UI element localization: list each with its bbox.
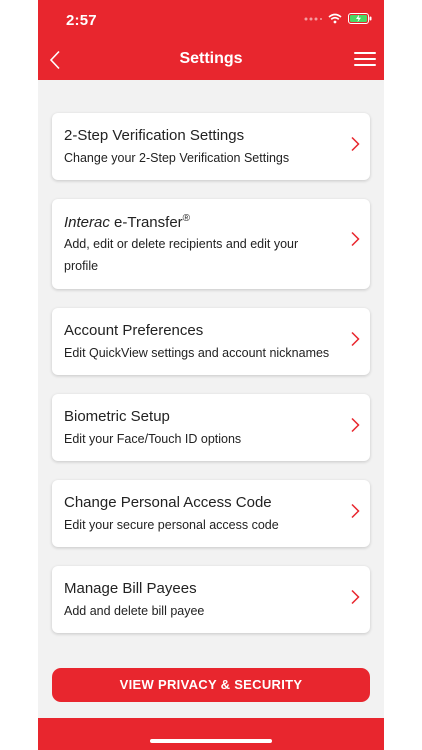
status-time: 2:57 — [66, 12, 97, 29]
home-indicator[interactable] — [150, 739, 272, 743]
settings-item-subtitle: Edit your secure personal access code — [64, 518, 279, 532]
chevron-right-icon — [351, 136, 360, 152]
chevron-right-icon — [351, 503, 360, 519]
settings-item-title: Manage Bill Payees — [64, 580, 197, 597]
phone-screen: 2:57 Settings 2-Step Verification Settin… — [38, 0, 384, 750]
settings-item-change-personal-access-code[interactable]: Change Personal Access Code Edit your se… — [52, 480, 370, 547]
settings-item-title: Change Personal Access Code — [64, 494, 272, 511]
e-transfer-label: e-Transfer — [109, 214, 183, 231]
settings-item-title: Biometric Setup — [64, 408, 170, 425]
interac-label: Interac — [64, 214, 110, 231]
wifi-icon — [328, 13, 342, 24]
battery-charging-icon — [348, 13, 372, 24]
page-title: Settings — [179, 50, 243, 67]
settings-item-manage-bill-payees[interactable]: Manage Bill Payees Add and delete bill p… — [52, 566, 370, 633]
chevron-right-icon — [351, 589, 360, 605]
signal-icon — [304, 17, 322, 20]
chevron-right-icon — [351, 231, 360, 247]
settings-item-title: Interac e-Transfer® — [64, 213, 190, 231]
view-privacy-security-button[interactable]: VIEW PRIVACY & SECURITY — [52, 668, 370, 702]
settings-item-subtitle: Edit your Face/Touch ID options — [64, 432, 242, 446]
nav-bar: Settings — [38, 38, 384, 80]
settings-item-title: 2-Step Verification Settings — [64, 127, 245, 144]
bottom-bar — [38, 718, 384, 750]
settings-item-biometric-setup[interactable]: Biometric Setup Edit your Face/Touch ID … — [52, 394, 370, 461]
settings-item-account-preferences[interactable]: Account Preferences Edit QuickView setti… — [52, 308, 370, 375]
settings-item-subtitle: Add, edit or delete recipients and edit … — [64, 237, 299, 273]
hamburger-menu-icon[interactable] — [354, 49, 376, 69]
status-bar: 2:57 — [38, 0, 384, 38]
registered-mark: ® — [182, 213, 191, 224]
settings-item-interac-e-transfer[interactable]: Interac e-Transfer® Add, edit or delete … — [52, 199, 370, 289]
chevron-right-icon — [351, 417, 360, 433]
chevron-right-icon — [351, 331, 360, 347]
settings-item-2-step-verification[interactable]: 2-Step Verification Settings Change your… — [52, 113, 370, 180]
settings-item-title: Account Preferences — [64, 322, 204, 339]
status-icons — [304, 13, 372, 24]
settings-item-subtitle: Edit QuickView settings and account nick… — [64, 346, 330, 360]
settings-item-subtitle: Add and delete bill payee — [64, 604, 205, 618]
settings-item-subtitle: Change your 2-Step Verification Settings — [64, 151, 290, 165]
